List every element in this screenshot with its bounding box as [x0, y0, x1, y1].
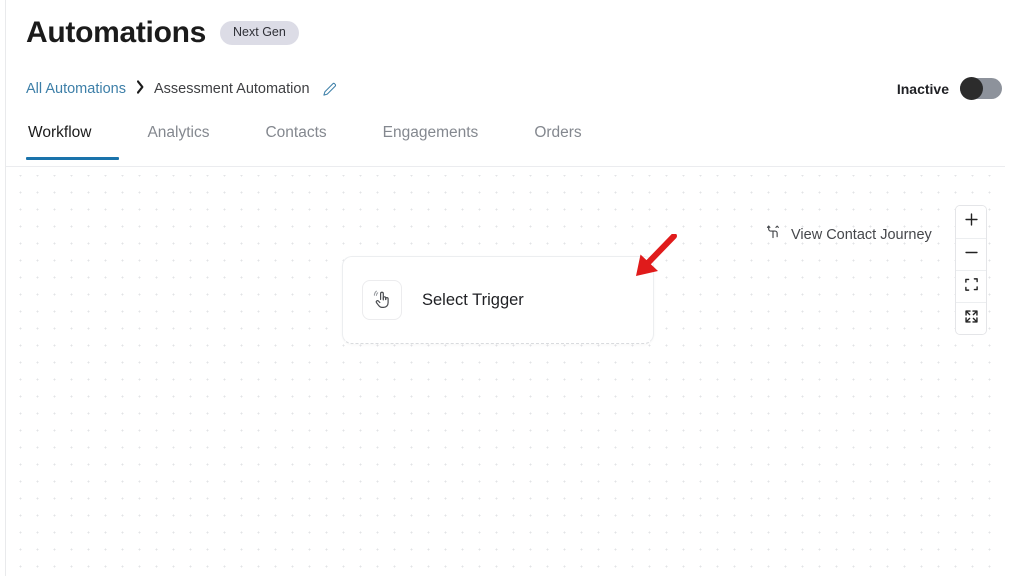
toggle-knob [960, 77, 983, 100]
contact-journey-branch-icon [764, 223, 782, 246]
expand-arrows-icon [964, 309, 979, 329]
tab-workflow-label: Workflow [28, 124, 92, 141]
zoom-out-button[interactable] [956, 238, 986, 270]
tab-bar: Workflow Analytics Contacts Engagements … [26, 124, 610, 160]
tab-orders-label: Orders [534, 124, 582, 141]
chevron-right-icon [136, 80, 144, 98]
status-toggle[interactable] [960, 77, 1002, 100]
page-title: Automations [26, 16, 207, 49]
tab-bar-divider [6, 166, 1005, 167]
automations-page: Automations Next Gen All Automations Ass… [0, 0, 1024, 576]
breadcrumb-all-automations-link[interactable]: All Automations [26, 81, 126, 97]
pencil-edit-icon[interactable] [322, 82, 337, 97]
tab-contacts[interactable]: Contacts [237, 124, 354, 160]
workflow-canvas[interactable]: Select Trigger View Contact Journey [6, 175, 1005, 576]
tab-analytics[interactable]: Analytics [119, 124, 237, 160]
canvas-zoom-controls [955, 205, 987, 335]
breadcrumb-current-item: Assessment Automation [153, 81, 310, 97]
zoom-in-button[interactable] [956, 206, 986, 238]
select-trigger-node[interactable]: Select Trigger [342, 256, 654, 344]
view-contact-journey-label: View Contact Journey [791, 226, 932, 243]
tab-engagements[interactable]: Engagements [355, 124, 507, 160]
automation-status-control[interactable]: Inactive [896, 77, 1002, 100]
tab-orders[interactable]: Orders [506, 124, 609, 160]
tap-hand-icon [362, 280, 402, 320]
minus-icon [964, 245, 979, 265]
expand-view-button[interactable] [956, 302, 986, 334]
page-header: Automations Next Gen [26, 18, 299, 48]
fit-view-button[interactable] [956, 270, 986, 302]
tab-analytics-label: Analytics [147, 124, 210, 141]
next-gen-badge: Next Gen [220, 21, 299, 45]
breadcrumb: All Automations Assessment Automation [26, 80, 337, 98]
tab-workflow[interactable]: Workflow [26, 124, 120, 160]
tab-contacts-label: Contacts [265, 124, 327, 141]
tab-engagements-label: Engagements [382, 124, 479, 141]
view-contact-journey-button[interactable]: View Contact Journey [764, 223, 932, 246]
status-label: Inactive [896, 80, 949, 97]
fit-corners-icon [964, 277, 979, 297]
plus-icon [964, 212, 979, 232]
select-trigger-label: Select Trigger [422, 290, 524, 309]
